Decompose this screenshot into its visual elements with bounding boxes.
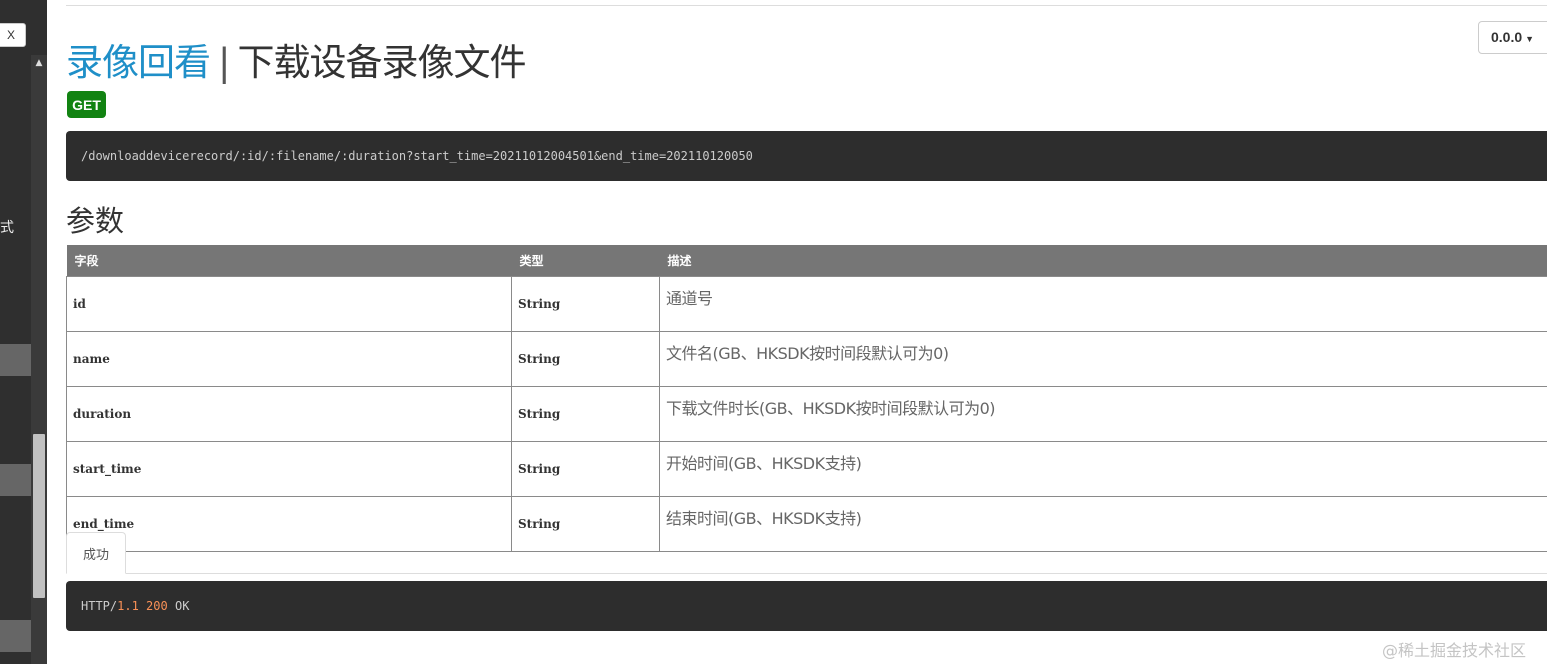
scroll-up-arrow-icon[interactable]: ▲ (31, 56, 47, 70)
param-type: String (511, 276, 660, 332)
sidebar-item-highlight[interactable] (0, 344, 31, 376)
sidebar-item-fragment[interactable]: 式 (0, 217, 14, 237)
sidebar-item-highlight[interactable] (0, 620, 31, 652)
param-field: id (66, 276, 512, 332)
column-header-type: 类型 (511, 245, 660, 277)
params-table: 字段 类型 描述 id String 通道号 name String 文件名(G… (66, 245, 1547, 552)
close-button[interactable]: X (0, 23, 26, 47)
response-block: HTTP/1.1 200 OK (66, 581, 1547, 631)
param-description: 通道号 (659, 276, 1547, 332)
param-field: duration (66, 386, 512, 442)
page-title: 录像回看 | 下载设备录像文件 (66, 38, 526, 88)
params-heading: 参数 (66, 204, 125, 238)
table-row: name String 文件名(GB、HKSDK按时间段默认可为0) (66, 331, 1547, 387)
sidebar-item-highlight[interactable] (0, 464, 31, 496)
endpoint-url-block: /downloaddevicerecord/:id/:filename/:dur… (66, 131, 1547, 181)
param-type: String (511, 441, 660, 497)
column-header-description: 描述 (659, 245, 1547, 277)
response-http-version: 1.1 (117, 599, 139, 613)
param-type: String (511, 496, 660, 552)
param-description: 下载文件时长(GB、HKSDK按时间段默认可为0) (659, 386, 1547, 442)
param-type: String (511, 386, 660, 442)
endpoint-url: /downloaddevicerecord/:id/:filename/:dur… (81, 149, 753, 163)
version-dropdown[interactable]: 0.0.0 ▼ (1478, 21, 1547, 54)
api-group-title: 录像回看 (66, 41, 211, 84)
param-description: 开始时间(GB、HKSDK支持) (659, 441, 1547, 497)
response-protocol: HTTP/ (81, 599, 118, 613)
method-badge: GET (67, 91, 106, 118)
title-separator: | (218, 41, 231, 84)
left-sidebar: X ▲ 式 (0, 0, 47, 664)
response-tab-bar (66, 573, 1547, 574)
top-divider (66, 5, 1547, 6)
param-type: String (511, 331, 660, 387)
param-field: end_time (66, 496, 512, 552)
table-header-row: 字段 类型 描述 (66, 245, 1547, 277)
api-name: 下载设备录像文件 (237, 41, 526, 84)
caret-down-icon: ▼ (1525, 34, 1535, 44)
param-field: name (66, 331, 512, 387)
scrollbar-thumb[interactable] (33, 434, 45, 598)
table-row: duration String 下载文件时长(GB、HKSDK按时间段默认可为0… (66, 386, 1547, 442)
param-description: 文件名(GB、HKSDK按时间段默认可为0) (659, 331, 1547, 387)
response-status-text: OK (174, 599, 190, 613)
response-status-code: 200 (146, 599, 168, 613)
version-value: 0.0.0 (1491, 29, 1523, 45)
column-header-field: 字段 (66, 245, 512, 277)
param-description: 结束时间(GB、HKSDK支持) (659, 496, 1547, 552)
table-row: end_time String 结束时间(GB、HKSDK支持) (66, 496, 1547, 552)
param-field: start_time (66, 441, 512, 497)
watermark: @稀土掘金技术社区 (1382, 641, 1527, 660)
table-row: start_time String 开始时间(GB、HKSDK支持) (66, 441, 1547, 497)
table-row: id String 通道号 (66, 276, 1547, 332)
tab-success[interactable]: 成功 (66, 532, 126, 574)
